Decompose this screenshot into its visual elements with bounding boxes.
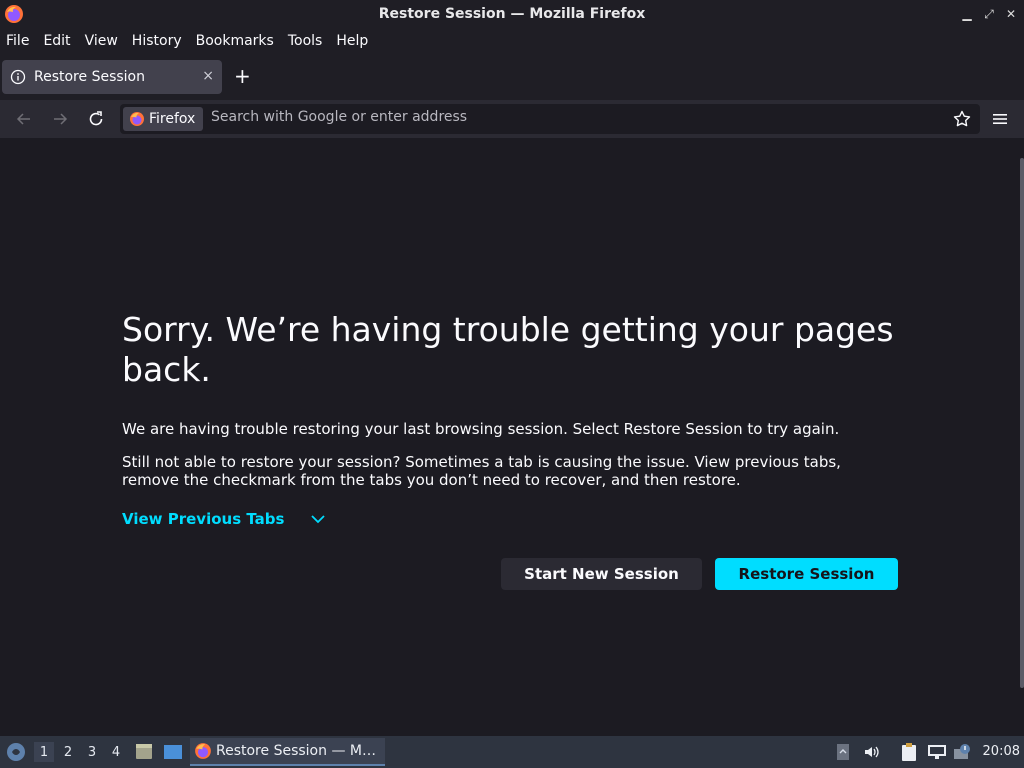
tab-label: Restore Session <box>34 69 145 85</box>
page-title: Sorry. We’re having trouble getting your… <box>122 310 894 389</box>
workspace-1[interactable]: 1 <box>34 742 54 762</box>
maximize-icon[interactable]: ⤢ <box>982 5 996 23</box>
navigation-toolbar: Firefox Search with Google or enter addr… <box>0 100 1024 138</box>
tab-close-icon[interactable]: × <box>202 68 214 84</box>
info-icon <box>10 69 26 85</box>
url-bar[interactable]: Firefox Search with Google or enter addr… <box>120 104 980 134</box>
firefox-icon <box>5 5 23 23</box>
workspace-4[interactable]: 4 <box>106 742 126 762</box>
window-controls: ▁ ⤢ ✕ <box>960 5 1018 23</box>
workspace-3[interactable]: 3 <box>82 742 102 762</box>
taskbar-window-firefox[interactable]: Restore Session — M… <box>190 738 385 766</box>
chevron-down-icon <box>311 515 326 524</box>
menu-icon[interactable] <box>990 109 1010 129</box>
start-menu-icon[interactable] <box>4 742 28 762</box>
close-window-icon[interactable]: ✕ <box>1004 5 1018 23</box>
volume-icon[interactable] <box>862 742 882 762</box>
help-paragraph: Still not able to restore your session? … <box>122 453 841 489</box>
tray-up-icon[interactable] <box>834 742 852 762</box>
workspace-2[interactable]: 2 <box>58 742 78 762</box>
identity-label: Firefox <box>149 111 196 127</box>
firefox-icon <box>195 743 211 759</box>
back-icon[interactable] <box>14 109 34 129</box>
file-manager-icon[interactable] <box>134 742 154 762</box>
system-taskbar: 1 2 3 4 Restore Session — M… 20:08 <box>0 736 1024 768</box>
forward-icon[interactable] <box>50 109 70 129</box>
window-title: Restore Session — Mozilla Firefox <box>378 6 646 22</box>
tab-strip: Restore Session × <box>0 54 1024 100</box>
tab-restore-session[interactable]: Restore Session × <box>2 60 222 94</box>
menu-bookmarks[interactable]: Bookmarks <box>196 33 274 49</box>
desktop-icon[interactable] <box>162 742 184 762</box>
menubar: File Edit View History Bookmarks Tools H… <box>0 28 1024 54</box>
clock: 20:08 <box>982 744 1020 759</box>
restore-session-button[interactable]: Restore Session <box>715 558 898 590</box>
menu-edit[interactable]: Edit <box>43 33 70 49</box>
scrollbar[interactable] <box>1020 158 1024 688</box>
description-paragraph: We are having trouble restoring your las… <box>122 420 840 438</box>
update-notification-icon[interactable] <box>952 742 972 762</box>
page-content: Sorry. We’re having trouble getting your… <box>0 138 1024 736</box>
network-icon[interactable] <box>926 742 948 762</box>
view-previous-tabs-toggle[interactable]: View Previous Tabs <box>122 510 326 528</box>
menu-view[interactable]: View <box>85 33 118 49</box>
firefox-icon <box>130 112 144 126</box>
new-tab-button[interactable]: + <box>234 64 251 88</box>
minimize-icon[interactable]: ▁ <box>960 5 974 23</box>
identity-box[interactable]: Firefox <box>123 107 203 131</box>
reload-icon[interactable] <box>86 109 106 129</box>
menu-help[interactable]: Help <box>336 33 368 49</box>
taskbar-window-label: Restore Session — M… <box>216 743 376 759</box>
address-input[interactable]: Search with Google or enter address <box>211 109 467 125</box>
view-previous-tabs-label: View Previous Tabs <box>122 510 285 528</box>
bookmark-star-icon[interactable] <box>952 109 972 129</box>
menu-file[interactable]: File <box>6 33 29 49</box>
clipboard-icon[interactable] <box>898 742 920 762</box>
window-titlebar: Restore Session — Mozilla Firefox ▁ ⤢ ✕ <box>0 0 1024 28</box>
menu-tools[interactable]: Tools <box>288 33 323 49</box>
menu-history[interactable]: History <box>132 33 182 49</box>
start-new-session-button[interactable]: Start New Session <box>501 558 702 590</box>
